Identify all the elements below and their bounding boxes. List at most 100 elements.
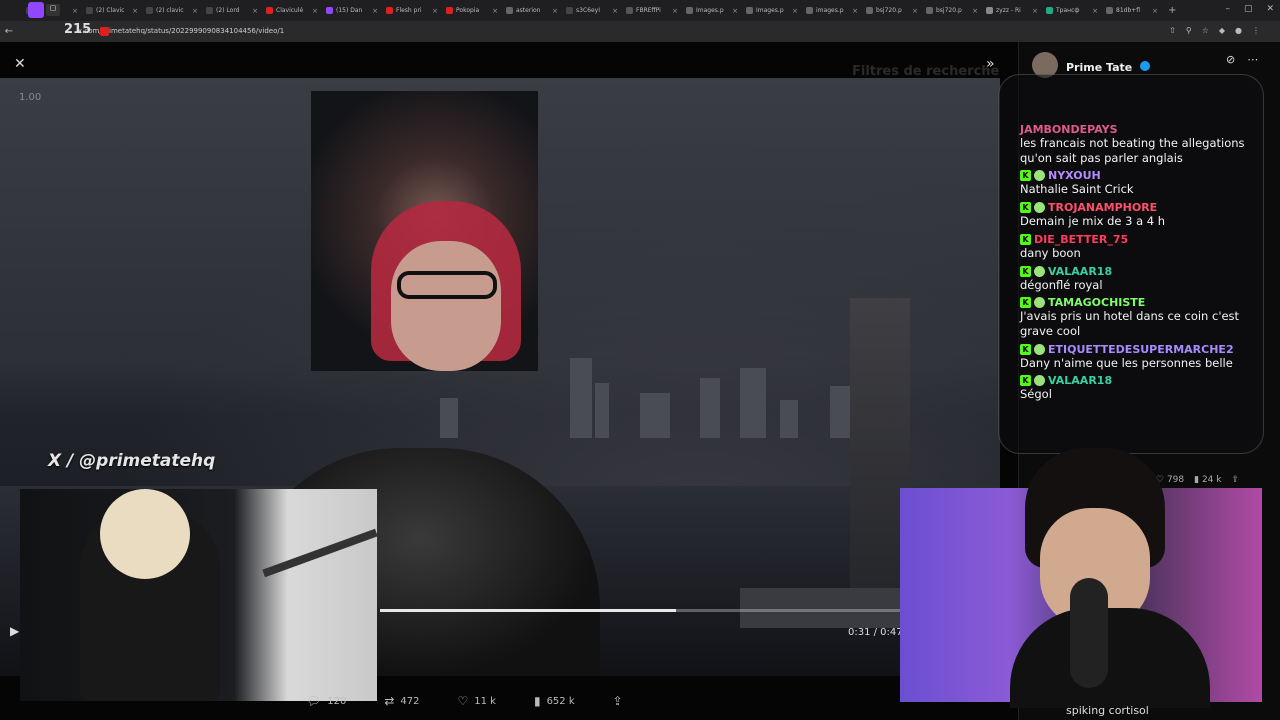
grok-icon[interactable]: ⊘	[1226, 53, 1235, 66]
tab-close-icon[interactable]: ×	[312, 7, 318, 15]
chat-username[interactable]: DIE_BETTER_75	[1034, 233, 1128, 246]
tab-close-icon[interactable]: ×	[972, 7, 978, 15]
tab-close-icon[interactable]: ×	[192, 7, 198, 15]
tab-close-icon[interactable]: ×	[612, 7, 618, 15]
browser-tab[interactable]: bsj720.p ×	[922, 0, 982, 21]
browser-tab[interactable]: images.p ×	[802, 0, 862, 21]
sidebar-like-stat[interactable]: ♡ 798	[1156, 475, 1184, 485]
chat-message: JAMBONDEPAYS les francais not beating the…	[1020, 123, 1260, 165]
chat-text: J'avais pris un hotel dans ce coin c'est…	[1020, 309, 1240, 339]
address-bar-icons: ⇧ ⚲ ☆ ◆ ● ⋮	[1169, 26, 1260, 35]
browser-tab[interactable]: asterion ×	[502, 0, 562, 21]
tab-favicon-icon	[86, 7, 93, 14]
tab-close-icon[interactable]: ×	[1092, 7, 1098, 15]
tab-close-icon[interactable]: ×	[912, 7, 918, 15]
bookmark-star-icon[interactable]: ☆	[1202, 26, 1209, 35]
tab-close-icon[interactable]: ×	[1152, 7, 1158, 15]
expand-panel-icon[interactable]: »	[986, 56, 995, 72]
chat-username[interactable]: TROJANAMPHORE	[1048, 201, 1157, 214]
video-progress-bar[interactable]	[380, 609, 900, 612]
chat-username[interactable]: VALAAR18	[1048, 265, 1112, 278]
tab-close-icon[interactable]: ×	[852, 7, 858, 15]
profile-icon[interactable]: ●	[1235, 26, 1242, 35]
chat-username-row: K ETIQUETTEDESUPERMARCHE2	[1020, 343, 1260, 356]
chat-username[interactable]: VALAAR18	[1048, 374, 1112, 387]
close-icon[interactable]: ✕	[14, 56, 26, 72]
tab-close-icon[interactable]: ×	[252, 7, 258, 15]
reply-button[interactable]: 💬︎ 120	[306, 694, 346, 708]
browser-tab[interactable]: s3C6eyI ×	[562, 0, 622, 21]
chat-message: K DIE_BETTER_75 dany boon	[1020, 233, 1260, 261]
browser-tab[interactable]: Claviculé ×	[262, 0, 322, 21]
browser-tab[interactable]: Flesh pri ×	[382, 0, 442, 21]
share-button[interactable]: ⇪	[613, 694, 623, 708]
browser-tab[interactable]: (2) Lord ×	[202, 0, 262, 21]
tab-label: Flesh pri	[396, 7, 422, 14]
maximize-icon[interactable]: ▢	[1244, 4, 1253, 14]
tab-favicon-icon	[746, 7, 753, 14]
tab-close-icon[interactable]: ×	[552, 7, 558, 15]
browser-tab[interactable]: Pokopia ×	[442, 0, 502, 21]
tab-label: Трансф	[1056, 7, 1080, 14]
chat-username-row: K VALAAR18	[1020, 265, 1260, 278]
tab-close-icon[interactable]: ×	[1032, 7, 1038, 15]
tab-close-icon[interactable]: ×	[492, 7, 498, 15]
webcam-overlay-top	[311, 91, 538, 371]
browser-tab[interactable]: (2) Clavic ×	[82, 0, 142, 21]
tab-favicon-icon	[146, 7, 153, 14]
chat-text: Demain je mix de 3 a 4 h	[1020, 214, 1166, 229]
tab-close-icon[interactable]: ×	[432, 7, 438, 15]
sidebar-share-icon[interactable]: ⇪	[1231, 475, 1239, 485]
tab-favicon-icon	[686, 7, 693, 14]
chat-text: dégonflé royal	[1020, 277, 1103, 292]
sidebar-view-stat[interactable]: ▮ 24 k	[1194, 475, 1221, 485]
browser-tab[interactable]: bsj720.p ×	[862, 0, 922, 21]
more-icon[interactable]: ⋯	[1247, 53, 1258, 66]
tab-close-icon[interactable]: ×	[672, 7, 678, 15]
chat-username-row: K NYXOUH	[1020, 169, 1260, 182]
share-icon[interactable]: ⇧	[1169, 26, 1176, 35]
browser-tab[interactable]: Images.p ×	[682, 0, 742, 21]
chat-username[interactable]: TAMAGOCHISTE	[1048, 296, 1145, 309]
minimize-icon[interactable]: –	[1225, 4, 1230, 14]
close-window-icon[interactable]: ✕	[1266, 4, 1274, 14]
menu-icon[interactable]: ⋮	[1252, 26, 1260, 35]
new-tab-icon[interactable]: +	[1162, 5, 1182, 16]
chat-username[interactable]: JAMBONDEPAYS	[1020, 123, 1118, 136]
tab-close-icon[interactable]: ×	[732, 7, 738, 15]
tab-close-icon[interactable]: ×	[372, 7, 378, 15]
sidebar-view-count: 24 k	[1201, 475, 1222, 485]
chat-text: Nathalie Saint Crick	[1020, 182, 1134, 197]
tab-favicon-icon	[266, 7, 273, 14]
back-icon[interactable]: ←	[0, 26, 18, 37]
tab-close-icon[interactable]: ×	[132, 7, 138, 15]
browser-tab[interactable]: zyzz - Ri ×	[982, 0, 1042, 21]
kick-badge-icon: K	[1020, 375, 1031, 387]
like-button[interactable]: ♡ 11 k	[457, 694, 495, 708]
play-icon[interactable]: ▶	[10, 624, 19, 638]
browser-tab[interactable]: FBREffPi ×	[622, 0, 682, 21]
browser-tab[interactable]: Images.p ×	[742, 0, 802, 21]
browser-tab[interactable]: 81db+fl ×	[1102, 0, 1162, 21]
browser-tab[interactable]: (15) Dan ×	[322, 0, 382, 21]
tab-label: 81db+fl	[1116, 7, 1141, 14]
chat-username[interactable]: ETIQUETTEDESUPERMARCHE2	[1048, 343, 1234, 356]
kick-badge-icon: K	[1020, 170, 1031, 182]
zoom-icon[interactable]: ⚲	[1186, 26, 1192, 35]
tab-label: Claviculé	[276, 7, 304, 14]
browser-tab[interactable]: (2) clavic ×	[142, 0, 202, 21]
tab-favicon-icon	[326, 7, 333, 14]
tab-close-icon[interactable]: ×	[72, 7, 78, 15]
streamer-body	[1010, 608, 1210, 708]
browser-tab[interactable]: Трансф ×	[1042, 0, 1102, 21]
extensions-icon[interactable]: ◆	[1219, 26, 1225, 35]
kick-badge-icon: K	[1020, 265, 1031, 277]
tab-label: bsj720.p	[936, 7, 962, 14]
webcam-head	[100, 489, 190, 579]
sub-badge-icon	[1034, 202, 1045, 214]
webcam-glasses	[397, 271, 497, 299]
tab-close-icon[interactable]: ×	[792, 7, 798, 15]
chat-username[interactable]: NYXOUH	[1048, 169, 1101, 182]
repost-button[interactable]: ⇄ 472	[384, 694, 419, 708]
views-button[interactable]: ▮ 652 k	[534, 694, 575, 708]
